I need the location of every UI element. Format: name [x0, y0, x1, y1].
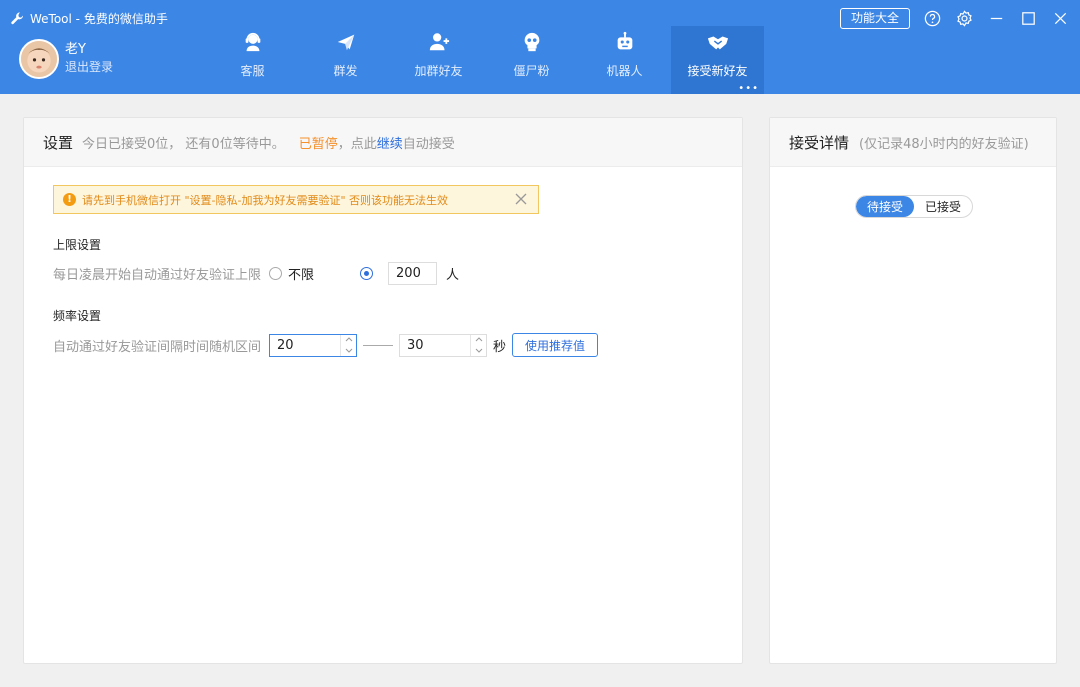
decrement-icon[interactable] — [341, 345, 356, 356]
close-notice-icon[interactable] — [514, 192, 528, 206]
nav-label: 加群好友 — [414, 64, 463, 78]
details-subtitle: (仅记录48小时内的好友验证) — [859, 136, 1029, 152]
nav-label: 机器人 — [606, 64, 643, 78]
user-info: 老Y 退出登录 — [19, 39, 113, 79]
min-interval-input[interactable] — [270, 334, 341, 356]
max-interval-input[interactable] — [400, 334, 471, 356]
max-interval-stepper[interactable] — [399, 333, 488, 357]
increment-icon[interactable] — [471, 335, 486, 346]
nav-item-mass-send[interactable]: 群发 — [299, 26, 392, 94]
help-icon[interactable] — [923, 9, 942, 28]
settings-gear-icon[interactable] — [955, 9, 974, 28]
limit-section-title: 上限设置 — [53, 238, 102, 252]
limit-unit: 人 — [446, 268, 460, 283]
frequency-section-title: 频率设置 — [53, 309, 102, 323]
robot-icon — [617, 31, 632, 50]
limit-input[interactable] — [388, 262, 438, 285]
maximize-icon[interactable] — [1019, 9, 1038, 28]
settings-header: 设置 今日已接受0位， 还有0位等待中。 已暂停 ，点此 继续 自动接受 — [24, 118, 742, 167]
frequency-label: 自动通过好友验证间隔时间随机区间 — [53, 339, 262, 355]
app-header: WeTool - 免费的微信助手 老Y 退出登录 客服 群发 加群好友 僵尸粉 … — [0, 0, 1080, 94]
status-suffix: 自动接受 — [402, 136, 455, 152]
seconds-unit: 秒 — [493, 339, 507, 355]
status-count: 今日已接受0位， 还有0位等待中。 — [82, 136, 285, 152]
stepper-arrows — [340, 334, 356, 356]
status-mid: ，点此 — [337, 136, 377, 152]
tab-pending[interactable]: 待接受 — [856, 196, 915, 217]
logout-link[interactable]: 退出登录 — [65, 58, 113, 76]
user-text: 老Y 退出登录 — [65, 42, 113, 76]
nav-label: 接受新好友 — [687, 64, 748, 78]
warning-notice: ! 请先到手机微信打开 "设置-隐私-加我为好友需要验证" 否则该功能无法生效 — [53, 185, 539, 214]
window-controls: 功能大全 — [839, 8, 1070, 29]
nav-item-zombie-fans[interactable]: 僵尸粉 — [485, 26, 578, 94]
limit-label: 每日凌晨开始自动通过好友验证上限 — [53, 268, 262, 283]
unlimited-label: 不限 — [288, 268, 315, 283]
range-separator — [363, 344, 394, 346]
decrement-icon[interactable] — [471, 345, 486, 356]
stepper-arrows — [470, 334, 486, 356]
notice-text: 请先到手机微信打开 "设置-隐私-加我为好友需要验证" 否则该功能无法生效 — [82, 193, 449, 207]
use-recommended-button[interactable]: 使用推荐值 — [512, 333, 599, 357]
details-toggle: 待接受 已接受 — [855, 195, 974, 218]
limit-row: 每日凌晨开始自动通过好友验证上限 不限 人 — [53, 262, 459, 285]
app-title: WeTool - 免费的微信助手 — [30, 12, 168, 26]
settings-panel: 设置 今日已接受0位， 还有0位等待中。 已暂停 ，点此 继续 自动接受 ! 请… — [23, 117, 743, 664]
nav-item-add-group-friends[interactable]: 加群好友 — [392, 26, 485, 94]
nav-item-customer-service[interactable]: 客服 — [206, 26, 299, 94]
paper-plane-icon — [337, 34, 354, 51]
nav-label: 客服 — [240, 64, 265, 78]
baby-avatar-icon — [21, 41, 57, 77]
customer-service-icon — [245, 32, 260, 52]
settings-title: 设置 — [43, 133, 74, 152]
minimize-icon[interactable] — [987, 9, 1006, 28]
increment-icon[interactable] — [341, 335, 356, 346]
close-window-icon[interactable] — [1051, 9, 1070, 28]
more-dots-icon[interactable]: ••• — [738, 84, 759, 94]
main-nav: 客服 群发 加群好友 僵尸粉 机器人 接受新好友 ••• — [206, 26, 764, 94]
nav-label: 僵尸粉 — [513, 64, 550, 78]
nav-item-accept-new-friends[interactable]: 接受新好友 ••• — [671, 26, 764, 94]
tab-accepted[interactable]: 已接受 — [914, 196, 972, 217]
skull-icon — [524, 32, 539, 52]
wrench-icon — [11, 12, 24, 25]
warning-icon: ! — [63, 193, 76, 206]
continue-link[interactable]: 继续 — [377, 133, 403, 152]
details-header: 接受详情 (仅记录48小时内的好友验证) — [770, 118, 1056, 167]
add-user-icon — [429, 33, 449, 51]
avatar[interactable] — [19, 39, 59, 79]
status-paused: 已暂停 — [298, 136, 338, 152]
title-bar: WeTool - 免费的微信助手 — [10, 10, 168, 27]
unlimited-radio[interactable] — [269, 267, 283, 280]
feature-list-button[interactable]: 功能大全 — [839, 8, 910, 29]
frequency-row: 自动通过好友验证间隔时间随机区间 秒 使用推荐值 — [53, 333, 599, 357]
nav-item-robot[interactable]: 机器人 — [578, 26, 671, 94]
details-title: 接受详情 — [789, 133, 850, 152]
custom-limit-radio[interactable] — [360, 267, 374, 280]
min-interval-stepper[interactable] — [269, 333, 358, 357]
user-name: 老Y — [65, 42, 86, 57]
handshake-icon — [707, 36, 728, 50]
details-panel: 接受详情 (仅记录48小时内的好友验证) 待接受 已接受 — [769, 117, 1057, 664]
nav-label: 群发 — [333, 64, 358, 78]
